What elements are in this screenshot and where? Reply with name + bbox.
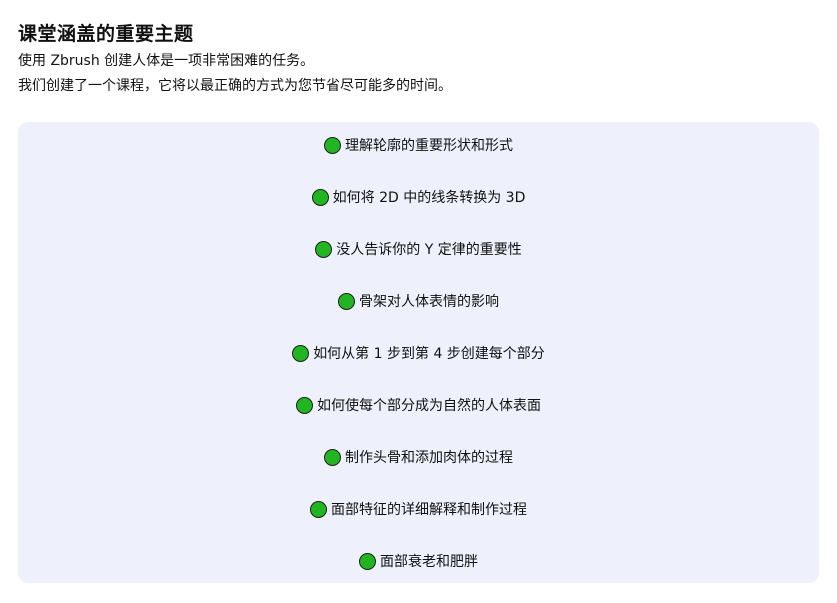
green-dot-icon [311,188,329,206]
topics-panel: 理解轮廓的重要形状和形式 如何将 2D 中的线条转换为 3D 没人告诉你的 Y … [18,122,819,583]
intro-text: 使用 Zbrush 创建人体是一项非常困难的任务。 我们创建了一个课程，它将以最… [18,49,452,99]
topic-item: 骨架对人体表情的影响 [18,288,819,314]
topic-item: 如何使每个部分成为自然的人体表面 [18,392,819,418]
topic-item: 没人告诉你的 Y 定律的重要性 [18,236,819,262]
green-dot-icon [296,396,313,414]
green-dot-icon [338,292,355,310]
topic-label: 面部特征的详细解释和制作过程 [331,502,527,518]
topic-item: 如何从第 1 步到第 4 步创建每个部分 [18,340,819,366]
intro-line-1: 使用 Zbrush 创建人体是一项非常困难的任务。 [18,53,315,69]
topic-label: 骨架对人体表情的影响 [359,294,499,310]
intro-line-2: 我们创建了一个课程，它将以最正确的方式为您节省尽可能多的时间。 [18,78,452,94]
topic-label: 制作头骨和添加肉体的过程 [345,450,513,466]
topic-label: 如何使每个部分成为自然的人体表面 [317,398,541,414]
topic-label: 如何将 2D 中的线条转换为 3D [332,190,526,206]
topic-label: 没人告诉你的 Y 定律的重要性 [336,242,522,258]
topic-label: 如何从第 1 步到第 4 步创建每个部分 [313,346,545,362]
green-dot-icon [324,136,341,154]
topic-label: 理解轮廓的重要形状和形式 [345,138,513,154]
topic-label: 面部衰老和肥胖 [380,554,478,570]
topic-item: 如何将 2D 中的线条转换为 3D [18,184,819,210]
topic-item: 制作头骨和添加肉体的过程 [18,444,819,470]
topic-item: 面部特征的详细解释和制作过程 [18,496,819,522]
green-dot-icon [310,500,327,518]
topic-item: 面部衰老和肥胖 [18,548,819,574]
green-dot-icon [315,240,333,258]
section-title: 课堂涵盖的重要主题 [18,22,194,45]
green-dot-icon [292,344,310,362]
topic-item: 理解轮廓的重要形状和形式 [18,132,819,158]
green-dot-icon [324,448,341,466]
green-dot-icon [359,552,376,570]
